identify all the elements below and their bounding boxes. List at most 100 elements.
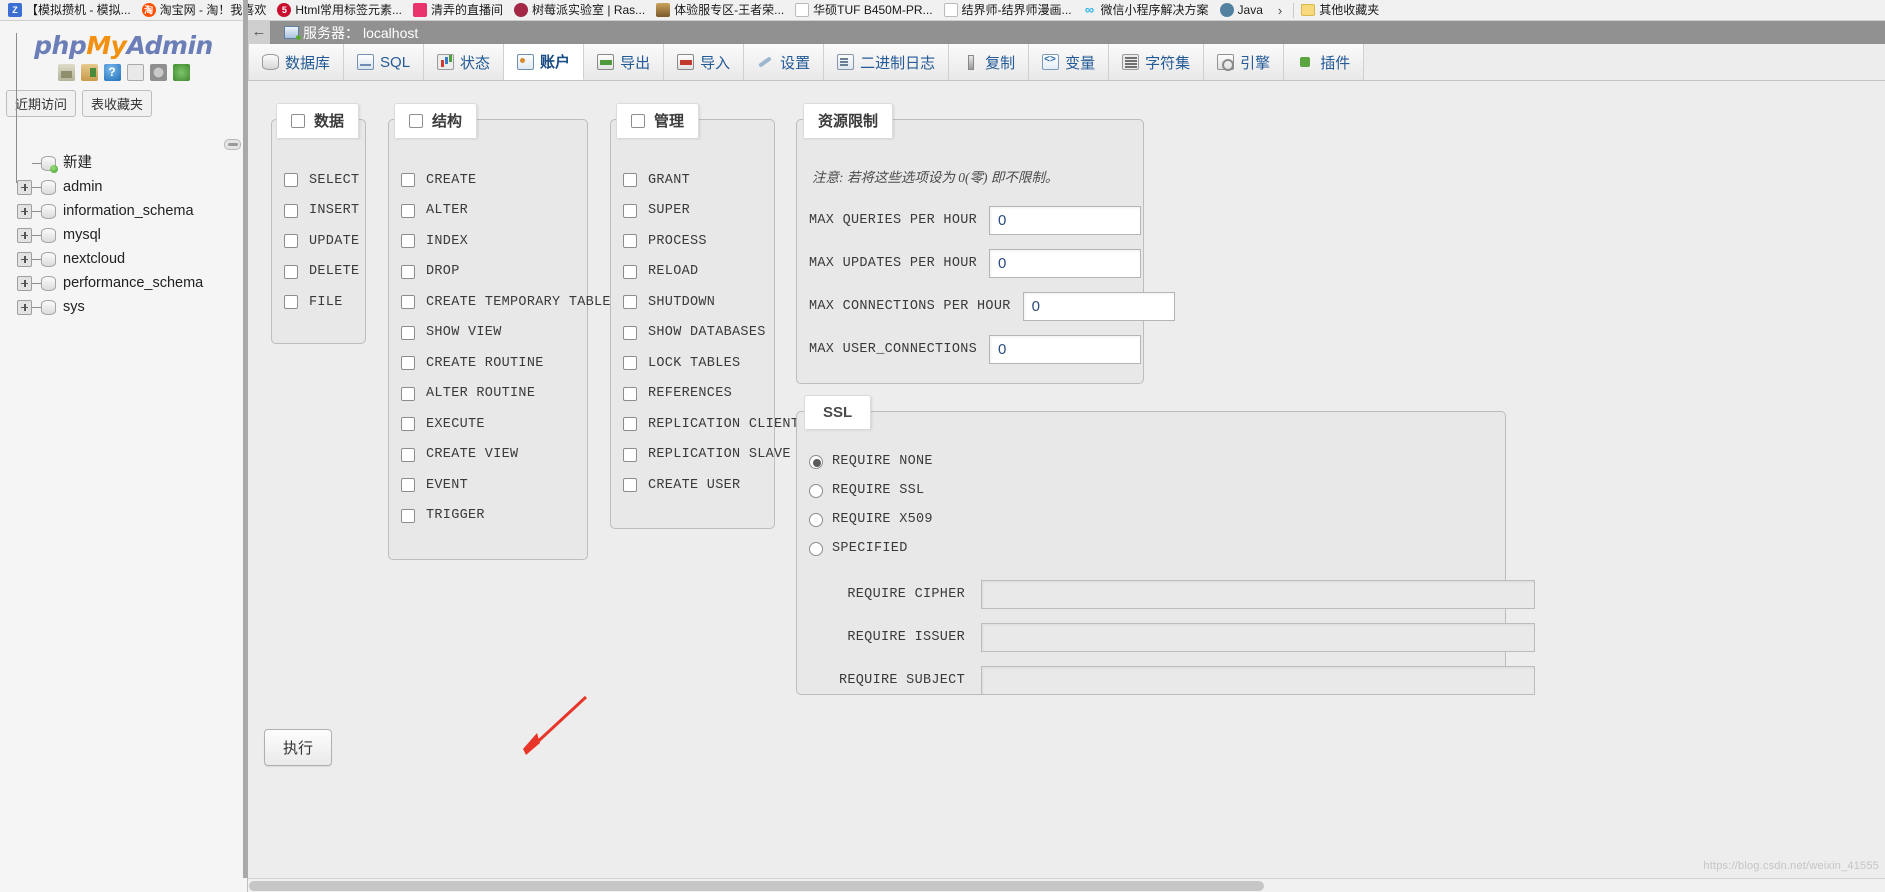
- help-icon[interactable]: ?: [103, 64, 121, 81]
- structure-select-all-checkbox[interactable]: [409, 113, 423, 128]
- privilege-checkbox[interactable]: [401, 478, 415, 493]
- privilege-checkbox[interactable]: [623, 234, 637, 249]
- privilege-row[interactable]: INSERT: [284, 196, 366, 227]
- data-select-all-checkbox[interactable]: [291, 113, 305, 128]
- privilege-checkbox[interactable]: [401, 508, 415, 523]
- tree-item-nextcloud[interactable]: nextcloud: [8, 247, 247, 271]
- expand-icon[interactable]: [17, 203, 32, 219]
- tree-item-label[interactable]: admin: [63, 179, 103, 195]
- tab-import[interactable]: 导入: [664, 44, 745, 80]
- privilege-checkbox[interactable]: [623, 386, 637, 401]
- bookmark-item[interactable]: Java: [1216, 2, 1270, 18]
- tab-replication[interactable]: 复制: [949, 44, 1030, 80]
- ssl-option-require-none[interactable]: REQUIRE NONE: [809, 454, 933, 469]
- privilege-checkbox[interactable]: [623, 264, 637, 279]
- privilege-row[interactable]: SHUTDOWN: [623, 287, 775, 318]
- privilege-row[interactable]: DELETE: [284, 257, 366, 288]
- privilege-checkbox[interactable]: [401, 203, 415, 218]
- privilege-checkbox[interactable]: [623, 478, 637, 493]
- privilege-row[interactable]: TRIGGER: [401, 501, 588, 532]
- ssl-radio[interactable]: [809, 483, 823, 498]
- bookmark-item[interactable]: 结界师-结界师漫画...: [940, 2, 1079, 18]
- bookmark-item[interactable]: Z 【模拟攒机 - 模拟...: [4, 2, 138, 18]
- privilege-checkbox[interactable]: [284, 234, 298, 249]
- expand-icon[interactable]: [17, 275, 32, 291]
- expand-icon[interactable]: [17, 227, 32, 243]
- privilege-checkbox[interactable]: [284, 264, 298, 279]
- privilege-row[interactable]: EXECUTE: [401, 409, 588, 440]
- privilege-row[interactable]: UPDATE: [284, 226, 366, 257]
- home-icon[interactable]: [57, 64, 75, 81]
- expand-icon[interactable]: [17, 179, 32, 195]
- privilege-checkbox[interactable]: [623, 203, 637, 218]
- bookmark-item[interactable]: 体验服专区-王者荣...: [652, 2, 791, 18]
- tree-item-label[interactable]: sys: [63, 299, 85, 315]
- tree-item-information-schema[interactable]: information_schema: [8, 199, 247, 223]
- tab-status[interactable]: 状态: [424, 44, 505, 80]
- logout-icon[interactable]: [80, 64, 98, 81]
- privilege-checkbox[interactable]: [623, 447, 637, 462]
- ssl-option-require-ssl[interactable]: REQUIRE SSL: [809, 483, 924, 498]
- privilege-row[interactable]: ALTER: [401, 196, 588, 227]
- require-subject-input[interactable]: [981, 666, 1535, 695]
- bookmark-item[interactable]: ∞ 微信小程序解决方案: [1079, 2, 1216, 18]
- privilege-row[interactable]: REPLICATION SLAVE: [623, 440, 791, 471]
- ssl-radio[interactable]: [809, 541, 823, 556]
- tree-item-mysql[interactable]: mysql: [8, 223, 247, 247]
- privilege-row[interactable]: FILE: [284, 287, 366, 318]
- tab-charsets[interactable]: 字符集: [1109, 44, 1205, 80]
- privilege-checkbox[interactable]: [284, 173, 298, 188]
- privilege-row[interactable]: CREATE TEMPORARY TABLES: [401, 287, 619, 318]
- privilege-row[interactable]: CREATE USER: [623, 470, 775, 501]
- privilege-checkbox[interactable]: [623, 325, 637, 340]
- tab-engines[interactable]: 引擎: [1204, 44, 1285, 80]
- privilege-checkbox[interactable]: [401, 417, 415, 432]
- ssl-radio[interactable]: [809, 454, 823, 469]
- privilege-row[interactable]: CREATE: [401, 165, 588, 196]
- privilege-checkbox[interactable]: [623, 173, 637, 188]
- privilege-row[interactable]: SHOW VIEW: [401, 318, 588, 349]
- require-issuer-input[interactable]: [981, 623, 1535, 652]
- scrollbar-thumb[interactable]: [249, 881, 1264, 891]
- execute-button[interactable]: 执行: [264, 729, 333, 766]
- tree-item-label[interactable]: mysql: [63, 227, 101, 243]
- privilege-row[interactable]: DROP: [401, 257, 588, 288]
- privilege-row[interactable]: SELECT: [284, 165, 366, 196]
- tab-variables[interactable]: 变量: [1029, 44, 1110, 80]
- privilege-checkbox[interactable]: [401, 325, 415, 340]
- tab-databases[interactable]: 数据库: [248, 44, 345, 80]
- privilege-checkbox[interactable]: [401, 173, 415, 188]
- admin-select-all-checkbox[interactable]: [631, 113, 645, 128]
- ssl-option-require-x509[interactable]: REQUIRE X509: [809, 512, 933, 527]
- settings-icon[interactable]: [149, 64, 167, 81]
- privilege-row[interactable]: LOCK TABLES: [623, 348, 775, 379]
- expand-icon[interactable]: [17, 251, 32, 267]
- privilege-checkbox[interactable]: [284, 295, 298, 310]
- privilege-row[interactable]: INDEX: [401, 226, 588, 257]
- privilege-row[interactable]: PROCESS: [623, 226, 775, 257]
- privilege-row[interactable]: CREATE ROUTINE: [401, 348, 588, 379]
- privilege-checkbox[interactable]: [623, 356, 637, 371]
- privilege-row[interactable]: SHOW DATABASES: [623, 318, 775, 349]
- sidebar-collapse-toggle[interactable]: [224, 139, 241, 150]
- privilege-checkbox[interactable]: [401, 234, 415, 249]
- tree-item-sys[interactable]: sys: [8, 295, 247, 319]
- back-arrow-icon[interactable]: ←: [248, 21, 270, 44]
- tab-accounts[interactable]: 账户: [504, 44, 585, 80]
- tab-binlog[interactable]: 二进制日志: [824, 44, 950, 80]
- privilege-row[interactable]: SUPER: [623, 196, 775, 227]
- privilege-row[interactable]: ALTER ROUTINE: [401, 379, 588, 410]
- privilege-row[interactable]: REPLICATION CLIENT: [623, 409, 799, 440]
- other-bookmarks-folder[interactable]: 其他收藏夹: [1297, 2, 1386, 18]
- privilege-checkbox[interactable]: [401, 356, 415, 371]
- require-cipher-input[interactable]: [981, 580, 1535, 609]
- tab-plugins[interactable]: 插件: [1284, 44, 1365, 80]
- tree-item-admin[interactable]: admin: [8, 175, 247, 199]
- tree-item-performance-schema[interactable]: performance_schema: [8, 271, 247, 295]
- tab-sql[interactable]: SQL: [344, 44, 425, 80]
- bookmark-item[interactable]: 5 Html常用标签元素...: [273, 2, 409, 18]
- privilege-row[interactable]: EVENT: [401, 470, 588, 501]
- privilege-row[interactable]: REFERENCES: [623, 379, 775, 410]
- privilege-checkbox[interactable]: [401, 264, 415, 279]
- phpmyadmin-logo[interactable]: phpMyAdmin: [0, 21, 247, 62]
